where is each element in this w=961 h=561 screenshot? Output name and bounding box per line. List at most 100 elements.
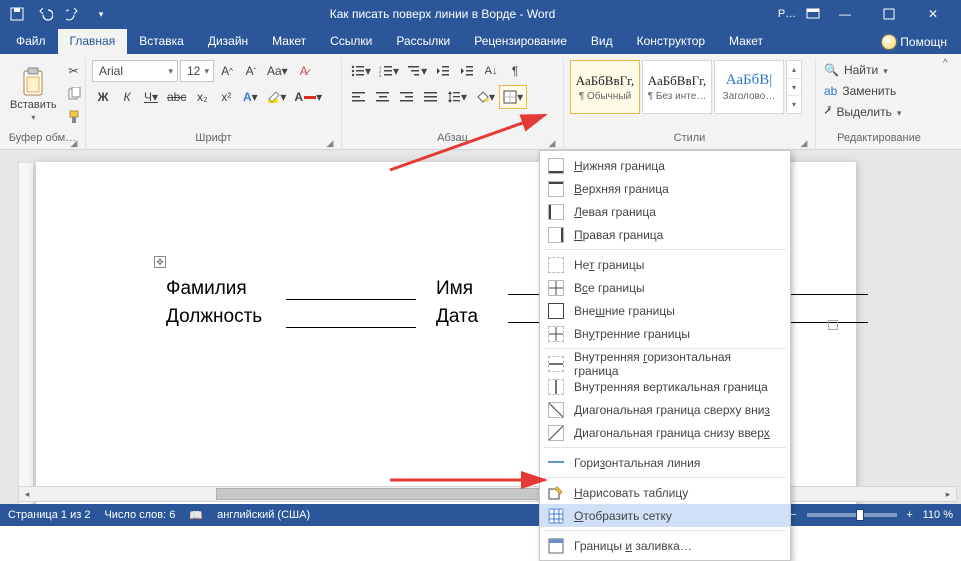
tab-table-layout[interactable]: Макет [717, 29, 775, 54]
mi-borders-shading-dialog[interactable]: Границы и заливка… [540, 534, 790, 557]
scroll-left-icon[interactable]: ◂ [19, 487, 35, 501]
clipboard-dialog-launcher[interactable]: ◢ [67, 136, 81, 150]
grow-font-button[interactable]: A^ [216, 60, 238, 82]
indent-button[interactable] [456, 60, 478, 82]
cut-button[interactable]: ✂ [63, 60, 85, 82]
field-position-line[interactable] [286, 306, 416, 328]
borders-button[interactable]: ▾ [500, 86, 526, 108]
tab-table-design[interactable]: Конструктор [625, 29, 717, 54]
replace-button[interactable]: abЗаменить [822, 81, 936, 101]
tab-home[interactable]: Главная [58, 29, 128, 54]
tab-file[interactable]: Файл [4, 29, 58, 54]
zoom-thumb[interactable] [856, 509, 864, 521]
underline-button[interactable]: Ч▾ [140, 86, 162, 108]
outdent-button[interactable] [432, 60, 454, 82]
ribbon-display-hint[interactable]: Р… [777, 4, 797, 24]
maximize-button[interactable] [867, 0, 911, 28]
highlight-button[interactable]: ▾ [263, 86, 289, 108]
mi-right-border[interactable]: Правая граница [540, 223, 790, 246]
vertical-ruler[interactable] [18, 162, 34, 504]
mi-all-borders[interactable]: Все границы [540, 276, 790, 299]
shading-button[interactable]: ▾ [472, 86, 498, 108]
mi-top-border[interactable]: Верхняя граница [540, 177, 790, 200]
italic-button[interactable]: К [116, 86, 138, 108]
select-button[interactable]: ⭷Выделить [822, 102, 936, 122]
multilevel-button[interactable]: ▾ [404, 60, 430, 82]
redo-icon[interactable] [60, 3, 86, 25]
tab-design[interactable]: Дизайн [196, 29, 260, 54]
style-no-spacing[interactable]: АаБбВвГг,¶ Без инте… [642, 60, 712, 114]
subscript-button[interactable]: x₂ [191, 86, 213, 108]
styles-gallery-nav[interactable]: ▴▾▾ [786, 60, 802, 114]
scroll-right-icon[interactable]: ▸ [940, 487, 956, 501]
styles-dialog-launcher[interactable]: ◢ [797, 136, 811, 150]
mi-left-border[interactable]: Левая граница [540, 200, 790, 223]
mi-bottom-border[interactable]: ННижняя границаижняя граница [540, 154, 790, 177]
line-spacing-button[interactable]: ▾ [444, 86, 470, 108]
save-icon[interactable] [4, 3, 30, 25]
tab-mailings[interactable]: Рассылки [384, 29, 462, 54]
scroll-thumb[interactable] [216, 488, 578, 500]
change-case-button[interactable]: Aa▾ [264, 60, 291, 82]
text-effects-button[interactable]: A▾ [239, 86, 261, 108]
status-language[interactable]: английский (США) [217, 509, 310, 521]
font-name-combo[interactable]: Arial [92, 60, 178, 82]
table-resize-handle[interactable] [828, 320, 838, 330]
tab-insert[interactable]: Вставка [127, 29, 196, 54]
undo-icon[interactable] [32, 3, 58, 25]
shrink-font-button[interactable]: Aˇ [240, 60, 262, 82]
mi-inside-borders[interactable]: Внутренние границы [540, 322, 790, 345]
style-normal[interactable]: АаБбВвГг,¶ Обычный [570, 60, 640, 114]
bullets-button[interactable]: ▾ [348, 60, 374, 82]
strike-button[interactable]: abc [164, 86, 189, 108]
table-anchor-icon[interactable]: ✥ [154, 256, 166, 268]
zoom-level[interactable]: 110 % [923, 509, 953, 521]
clear-format-button[interactable]: A̷ [293, 60, 315, 82]
align-center-button[interactable] [372, 86, 394, 108]
field-surname-line[interactable] [286, 278, 416, 300]
align-left-button[interactable] [348, 86, 370, 108]
sort-button[interactable]: A↓ [480, 60, 502, 82]
mi-draw-table[interactable]: Нарисовать таблицу [540, 481, 790, 504]
mi-inside-h-border[interactable]: Внутренняя горизонтальная граница [540, 352, 790, 375]
styles-down-icon[interactable]: ▾ [787, 78, 801, 96]
minimize-button[interactable]: — [823, 0, 867, 28]
tell-me-search[interactable]: Помощн [872, 30, 957, 54]
bold-button[interactable]: Ж [92, 86, 114, 108]
font-dialog-launcher[interactable]: ◢ [323, 136, 337, 150]
mi-inside-v-border[interactable]: Внутренняя вертикальная граница [540, 375, 790, 398]
tab-view[interactable]: Вид [579, 29, 625, 54]
zoom-slider[interactable] [807, 513, 897, 517]
copy-button[interactable] [63, 83, 85, 105]
font-color-button[interactable]: A▾ [291, 86, 325, 108]
mi-view-gridlines[interactable]: Отобразить сетку [540, 504, 790, 527]
style-heading1[interactable]: АаБбВ|Заголово… [714, 60, 784, 114]
mi-outside-borders[interactable]: Внешние границы [540, 299, 790, 322]
scroll-track[interactable] [35, 487, 940, 501]
format-painter-button[interactable] [63, 106, 85, 128]
status-words[interactable]: Число слов: 6 [104, 509, 175, 521]
styles-up-icon[interactable]: ▴ [787, 61, 801, 78]
superscript-button[interactable]: x² [215, 86, 237, 108]
align-right-button[interactable] [396, 86, 418, 108]
paragraph-dialog-launcher[interactable]: ◢ [545, 136, 559, 150]
tab-review[interactable]: Рецензирование [462, 29, 579, 54]
qat-customize-icon[interactable]: ▾ [88, 3, 114, 25]
styles-more-icon[interactable]: ▾ [787, 95, 801, 113]
numbering-button[interactable]: 123▾ [376, 60, 402, 82]
status-page[interactable]: Страница 1 из 2 [8, 509, 90, 521]
font-size-combo[interactable]: 12 [180, 60, 214, 82]
mi-diag-up-border[interactable]: Диагональная граница снизу вверх [540, 421, 790, 444]
ribbon-display-icon[interactable] [803, 4, 823, 24]
find-button[interactable]: 🔍Найти [822, 60, 936, 80]
show-marks-button[interactable]: ¶ [504, 60, 526, 82]
paste-button[interactable]: Вставить ▾ [6, 60, 61, 128]
tab-references[interactable]: Ссылки [318, 29, 384, 54]
status-proofing[interactable]: 📖 [189, 509, 203, 522]
mi-no-border[interactable]: Нет границы [540, 253, 790, 276]
justify-button[interactable] [420, 86, 442, 108]
collapse-ribbon-icon[interactable]: ^ [943, 58, 957, 72]
horizontal-scrollbar[interactable]: ◂ ▸ [18, 486, 957, 502]
zoom-in-button[interactable]: + [903, 509, 917, 521]
mi-diag-down-border[interactable]: Диагональная граница сверху вниз [540, 398, 790, 421]
